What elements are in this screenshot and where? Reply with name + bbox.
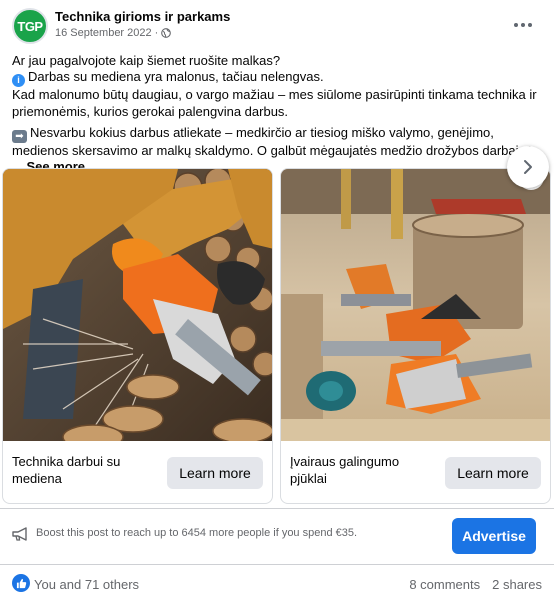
card-title[interactable]: Technika darbui su mediena: [12, 453, 152, 487]
card-title[interactable]: Įvairaus galingumo pjūklai: [290, 453, 430, 487]
like-icon[interactable]: [12, 574, 30, 592]
carousel-next-button[interactable]: [507, 146, 549, 188]
carousel-card[interactable]: Įvairaus galingumo pjūklai Learn more: [280, 168, 551, 504]
divider: [0, 508, 554, 509]
boost-text: Boost this post to reach up to 6454 more…: [36, 527, 358, 539]
boost-bar: Boost this post to reach up to 6454 more…: [12, 516, 542, 556]
post-date[interactable]: 16 September 2022 ·: [55, 27, 158, 39]
post-text-line: Kad malonumo būtų daugiau, o vargo mažia…: [12, 87, 537, 119]
comments-count[interactable]: 8 comments: [409, 577, 480, 592]
carousel: Technika darbui su mediena Learn more Įv…: [0, 168, 554, 508]
post-text: Ar jau pagalvojote kaip šiemet ruošite m…: [12, 53, 542, 175]
post-stats: 8 comments 2 shares: [409, 577, 542, 592]
megaphone-icon: [12, 527, 27, 541]
carousel-card[interactable]: Technika darbui su mediena Learn more: [2, 168, 273, 504]
reactions-count[interactable]: You and 71 others: [34, 577, 139, 592]
chevron-right-icon: [524, 160, 532, 174]
page-avatar[interactable]: TGP: [12, 8, 48, 44]
divider: [0, 564, 554, 565]
post-text-line: i Darbas su mediena yra malonus, tačiau n…: [12, 69, 542, 88]
more-options-icon[interactable]: [510, 12, 536, 38]
globe-icon: [161, 28, 172, 38]
arrow-right-icon: ➡: [12, 129, 27, 143]
learn-more-button[interactable]: Learn more: [167, 457, 263, 489]
learn-more-button[interactable]: Learn more: [445, 457, 541, 489]
shares-count[interactable]: 2 shares: [492, 577, 542, 592]
post-footer: You and 71 others 8 comments 2 shares: [12, 572, 542, 596]
advertise-button[interactable]: Advertise: [452, 518, 536, 554]
card-image-chainsaws[interactable]: [281, 169, 550, 441]
post-header: TGP Technika girioms ir parkams 16 Septe…: [12, 8, 542, 48]
card-image-chainsaw-cutting[interactable]: [3, 169, 272, 441]
post-text-line: Ar jau pagalvojote kaip šiemet ruošite m…: [12, 53, 281, 68]
info-icon: i: [12, 74, 25, 88]
page-name-link[interactable]: Technika girioms ir parkams: [55, 9, 230, 24]
post-meta: 16 September 2022 ·: [55, 27, 172, 39]
